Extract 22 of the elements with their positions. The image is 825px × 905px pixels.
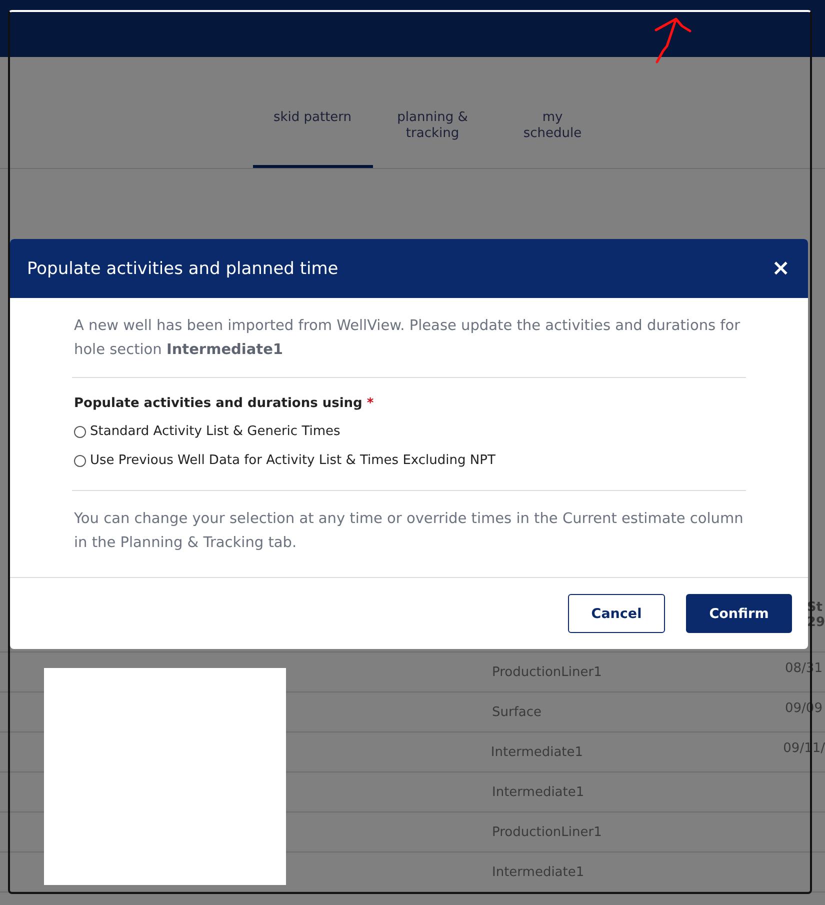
nav-tab[interactable]: planning & tracking [372,110,492,168]
table-cell: Surface [492,704,542,720]
confirm-button[interactable]: Confirm [686,594,792,633]
option-label[interactable]: Standard Activity List & Generic Times [90,424,340,439]
table-cell: Intermediate1 [490,744,584,760]
note-text: You can change your selection at any time or override times in the Current estimate column in the Planning & Tracking tab. [73,510,744,553]
dialog-title: Populate activities and planned time [27,258,338,278]
arrow-drawing [654,18,692,64]
nav-tab[interactable]: skid pattern [252,110,372,168]
nav-tab[interactable]: my schedule [492,110,612,168]
required-mark: * [366,396,374,411]
radio-button[interactable] [74,426,86,438]
cancel-button[interactable]: Cancel [568,594,665,633]
option-label[interactable]: Use Previous Well Data for Activity List & Times Excluding NPT [90,453,496,468]
table-cell: Intermediate1 [492,784,584,800]
table-cell: ProductionLiner1 [492,824,602,840]
question-label: Populate activities and durations using [74,396,362,411]
radio-button[interactable] [74,454,86,466]
table-cell: Intermediate1 [492,864,584,880]
table-cell: ProductionLiner1 [492,664,602,680]
intro-text: A new well has been imported from WellView. Please update the activities and durations for hole section Intermediate1 [73,317,742,360]
close-button[interactable]: × [768,256,794,281]
